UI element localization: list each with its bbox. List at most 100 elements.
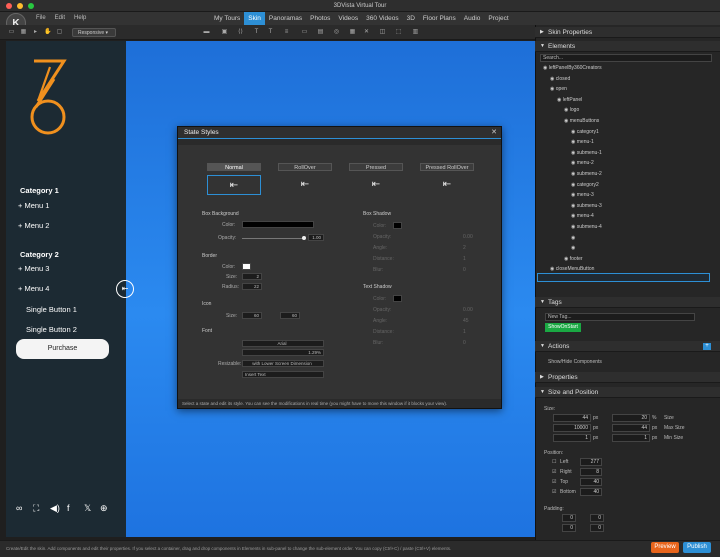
tree-item[interactable]: ◉ closeMenuButton [550,266,594,272]
add-action-icon[interactable]: + [703,343,711,350]
new-tag-input[interactable]: New Tag... [545,313,695,321]
preview-button[interactable]: Preview [651,542,679,553]
code-icon[interactable]: ⟨⟩ [237,29,244,36]
position-value-field[interactable]: 40 [580,478,602,486]
state-rollover-tab[interactable]: RollOver [278,163,332,171]
close-menu-icon[interactable]: ⇤ [116,280,134,298]
tab-panoramas[interactable]: Panoramas [265,12,306,25]
icon-width-field[interactable]: 60 [242,312,262,319]
button-icon[interactable]: ▭ [301,29,308,36]
state-normal-preview-icon[interactable]: ⇤ [207,175,261,195]
tree-item[interactable]: ◉ footer [564,256,583,262]
size-a-field[interactable]: 1 [553,434,591,442]
tab-project[interactable]: Project [484,12,512,25]
position-value-field[interactable]: 277 [580,458,602,466]
position-value-field[interactable]: 8 [580,468,602,476]
bg-opacity-knob[interactable] [302,236,306,240]
insert-text-field[interactable]: Insert Text [242,371,324,378]
position-checkbox[interactable]: ☑ [552,469,556,475]
tree-item[interactable]: ◉ [571,235,575,241]
tab-floor-plans[interactable]: Floor Plans [419,12,460,25]
tree-item[interactable]: ◉ category1 [571,129,599,135]
tree-item[interactable]: ◉ menu-2 [571,160,594,166]
tree-item[interactable]: ◉ [571,245,575,251]
visibility-eye-icon[interactable]: ◉ [571,235,575,241]
layers-icon[interactable]: ◫ [379,29,386,36]
tab-photos[interactable]: Photos [306,12,334,25]
bg-color-swatch[interactable] [242,221,314,228]
maximize-window-button[interactable] [28,3,34,9]
menu-help[interactable]: Help [74,15,86,21]
position-checkbox[interactable]: ☐ [552,459,556,465]
size-b-field[interactable]: 44 [612,424,650,432]
pointer-icon[interactable]: ▸ [32,29,39,36]
tree-item[interactable]: ◉ menu-4 [571,213,594,219]
position-checkbox[interactable]: ☑ [552,489,556,495]
map-icon[interactable]: ▦ [349,29,356,36]
menu-edit[interactable]: Edit [55,15,65,21]
x-icon[interactable]: 𝕏 [84,503,91,514]
menu-4-button[interactable]: + Menu 4 [18,284,49,293]
tree-item[interactable]: ◉ open [550,86,567,92]
tab-my-tours[interactable]: My Tours [210,12,244,25]
tab-360-videos[interactable]: 360 Videos [362,12,402,25]
publish-button[interactable]: Publish [683,542,711,553]
container-icon[interactable]: ▬ [203,29,210,36]
minimize-window-button[interactable] [17,3,23,9]
elements-search-input[interactable]: Search... [540,54,712,62]
selected-tree-row[interactable] [537,273,710,282]
size-b-field[interactable]: 20 [612,414,650,422]
size-b-field[interactable]: 1 [612,434,650,442]
text-icon[interactable]: T [253,29,260,36]
tree-item[interactable]: ◉ submenu-1 [571,150,602,156]
purchase-button[interactable]: Purchase [16,339,109,359]
link-icon[interactable]: ∞ [16,503,22,513]
tree-item[interactable]: ◉ category2 [571,182,599,188]
padding-field[interactable]: 0 [590,524,604,532]
single-button-1[interactable]: Single Button 1 [26,305,77,314]
gallery-icon[interactable]: ▥ [412,29,419,36]
padding-field[interactable]: 0 [590,514,604,522]
padding-field[interactable]: 0 [562,524,576,532]
tree-item[interactable]: ◉ leftPanelBy360Creators [543,65,602,71]
elements-header[interactable]: ▼ Elements [535,41,720,52]
border-size-field[interactable]: 2 [242,273,262,280]
action-show-hide-components[interactable]: Show/Hide Components [548,359,602,365]
record-icon[interactable]: ◎ [333,29,340,36]
video-icon[interactable]: ▤ [317,29,324,36]
state-pressed-rollover-tab[interactable]: Pressed RollOver [420,163,474,171]
dialog-close-icon[interactable]: ✕ [491,128,497,136]
tree-item[interactable]: ◉ submenu-2 [571,171,602,177]
globe-icon[interactable]: ⊕ [100,503,108,514]
resizable-select[interactable]: with Lower Screen Dimension [242,360,324,367]
icon-height-field[interactable]: 60 [280,312,300,319]
tree-item[interactable]: ◉ menu-3 [571,192,594,198]
grid-icon[interactable]: ▦ [20,29,27,36]
tree-item[interactable]: ◉ leftPanel [557,97,582,103]
size-a-field[interactable]: 10000 [553,424,591,432]
tab-audio[interactable]: Audio [460,12,485,25]
state-pressed-rollover-preview-icon[interactable]: ⇤ [420,175,474,195]
position-checkbox[interactable]: ☑ [552,479,556,485]
menu-2-button[interactable]: + Menu 2 [18,221,49,230]
skin-properties-header[interactable]: ▶ Skin Properties [535,27,720,38]
sound-icon[interactable]: ◀) [50,503,60,514]
position-value-field[interactable]: 40 [580,488,602,496]
menu-3-button[interactable]: + Menu 3 [18,264,49,273]
tags-header[interactable]: ▼ Tags [535,297,720,308]
box-shadow-color-swatch[interactable] [393,222,402,229]
show-on-start-tag[interactable]: ShowOnStart [545,323,581,332]
responsive-dropdown[interactable]: Responsive ▾ [72,28,116,37]
text-shadow-color-swatch[interactable] [393,295,402,302]
state-rollover-preview-icon[interactable]: ⇤ [278,175,332,195]
tree-item[interactable]: ◉ menu-1 [571,139,594,145]
tree-item[interactable]: ◉ logo [564,107,579,113]
padding-field[interactable]: 0 [562,514,576,522]
state-pressed-preview-icon[interactable]: ⇤ [349,175,403,195]
folder-icon[interactable]: ▭ [8,29,15,36]
menu-1-button[interactable]: + Menu 1 [18,201,49,210]
tab-3d[interactable]: 3D [403,12,419,25]
font-size-field[interactable]: 1.29% [242,349,324,356]
properties-header[interactable]: ▶ Properties [535,372,720,383]
visibility-eye-icon[interactable]: ◉ [571,245,575,251]
